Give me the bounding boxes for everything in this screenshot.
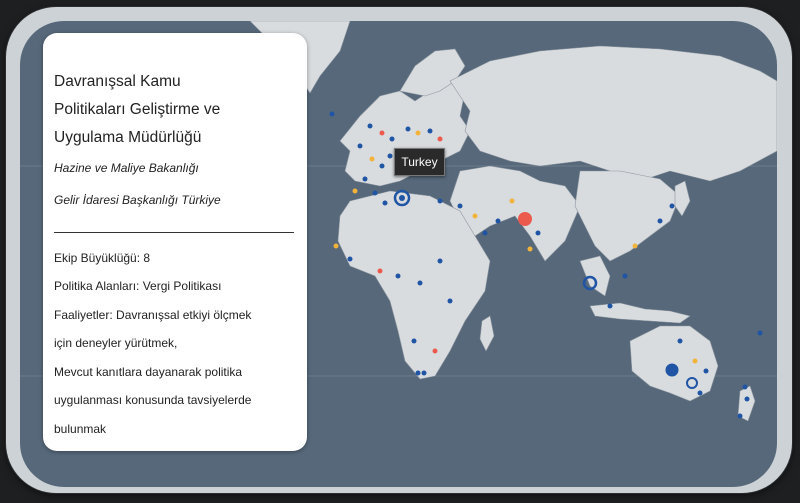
marker-india[interactable] [518,212,532,226]
card-title-line: Uygulama Müdürlüğü [54,129,202,146]
marker[interactable] [427,128,433,134]
marker[interactable] [527,246,533,252]
marker[interactable] [692,358,698,364]
marker[interactable] [387,153,393,159]
country-tooltip: Turkey [394,148,445,176]
card-title-line: Davranışsal Kamu [54,73,181,90]
marker[interactable] [742,384,748,390]
marker-turkey[interactable] [399,195,405,201]
marker[interactable] [379,130,385,136]
landmass-asia-north [449,45,777,182]
marker[interactable] [472,213,478,219]
organization-ministry: Hazine ve Maliye Bakanlığı [54,161,199,175]
marker[interactable] [495,218,501,224]
marker[interactable] [509,198,515,204]
marker[interactable] [389,136,395,142]
landmass-japan [674,180,691,217]
marker[interactable] [437,136,443,142]
landmass-madagascar [479,315,495,352]
landmass-indonesia [589,302,691,324]
card-title: Davranışsal Kamu Politikaları Geliştirme… [54,68,294,152]
marker[interactable] [415,370,421,376]
marker[interactable] [382,200,388,206]
marker[interactable] [457,203,463,209]
organization-revenue-administration: Gelir İdaresi Başkanlığı Türkiye [54,193,221,207]
marker[interactable] [369,156,375,162]
activities-line: Mevcut kanıtlara dayanarak politika [54,365,243,379]
activities-line: Faaliyetler: Davranışsal etkiyi ölçmek [54,308,252,322]
card-title-line: Politikaları Geliştirme ve [54,101,221,118]
marker[interactable] [367,123,373,129]
marker[interactable] [697,390,703,396]
marker[interactable] [357,143,363,149]
marker[interactable] [622,273,628,279]
marker[interactable] [657,218,663,224]
marker[interactable] [362,176,368,182]
marker[interactable] [482,230,488,236]
marker[interactable] [432,348,438,354]
marker[interactable] [405,126,411,132]
marker[interactable] [632,243,638,249]
marker[interactable] [437,198,443,204]
activities-line: uygulanması konusunda tavsiyelerde [54,393,252,407]
marker[interactable] [677,338,683,344]
marker[interactable] [415,130,421,136]
marker[interactable] [347,256,353,262]
marker[interactable] [744,396,750,402]
marker[interactable] [607,303,613,309]
info-card: Davranışsal Kamu Politikaları Geliştirme… [43,33,307,451]
marker[interactable] [329,111,335,117]
marker[interactable] [372,190,378,196]
marker[interactable] [395,273,401,279]
marker[interactable] [352,188,358,194]
landmass-east-asia [574,170,681,262]
marker[interactable] [737,413,743,419]
marker[interactable] [411,338,417,344]
marker[interactable] [703,368,709,374]
marker[interactable] [417,280,423,286]
marker[interactable] [379,163,385,169]
marker[interactable] [757,330,763,336]
marker[interactable] [535,230,541,236]
divider [54,232,294,233]
marker-australia-large[interactable] [665,363,679,377]
marker[interactable] [669,203,675,209]
marker[interactable] [333,243,339,249]
marker[interactable] [377,268,383,274]
policy-areas: Politika Alanları: Vergi Politikası [54,279,222,293]
marker[interactable] [421,370,427,376]
activities-line: için deneyler yürütmek, [54,336,178,350]
marker[interactable] [437,258,443,264]
team-size: Ekip Büyüklüğü: 8 [54,251,151,265]
landmass-australia [629,325,719,402]
activities-line: bulunmak [54,422,107,436]
landmass-southeast-asia [579,255,611,297]
marker[interactable] [447,298,453,304]
